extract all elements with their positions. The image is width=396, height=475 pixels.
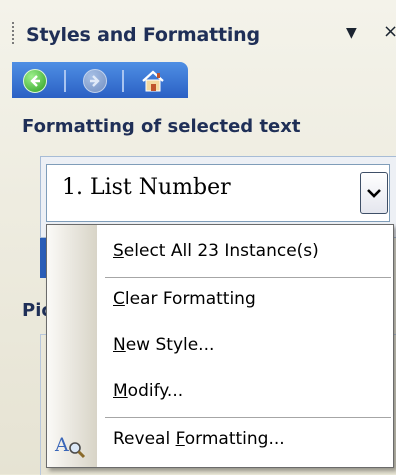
menu-item-reveal-formatting[interactable]: Reveal Formatting... bbox=[113, 429, 285, 449]
selected-style-value: 1. List Number bbox=[62, 175, 231, 200]
toolbar-separator bbox=[64, 70, 66, 92]
navigation-toolbar bbox=[12, 62, 188, 98]
chevron-down-icon bbox=[367, 189, 381, 198]
forward-arrow-icon bbox=[83, 69, 107, 93]
svg-text:A: A bbox=[54, 434, 69, 456]
menu-item-new-style[interactable]: New Style... bbox=[113, 335, 214, 355]
home-icon bbox=[142, 70, 164, 92]
home-button[interactable] bbox=[140, 68, 166, 94]
pane-title-bar: Styles and Formatting ▼ × bbox=[0, 0, 396, 58]
pick-formatting-label: Pick formatting to apply bbox=[22, 300, 48, 321]
pane-title: Styles and Formatting bbox=[26, 24, 260, 46]
menu-item-modify[interactable]: Modify... bbox=[113, 381, 183, 401]
dropdown-arrow-icon[interactable]: ▼ bbox=[346, 25, 357, 41]
close-icon[interactable]: × bbox=[383, 21, 396, 42]
styles-and-formatting-pane: Styles and Formatting ▼ × Formatting of … bbox=[0, 0, 396, 475]
style-context-menu: Select All 23 Instance(s) Clear Formatti… bbox=[46, 224, 394, 468]
menu-item-clear-formatting[interactable]: Clear Formatting bbox=[113, 289, 256, 309]
forward-button[interactable] bbox=[82, 68, 108, 94]
section-heading-formatting: Formatting of selected text bbox=[22, 116, 301, 137]
drag-grip-icon[interactable] bbox=[12, 22, 14, 44]
menu-item-select-all-instances[interactable]: Select All 23 Instance(s) bbox=[113, 241, 319, 261]
toolbar-separator bbox=[122, 70, 124, 92]
reveal-formatting-icon: A bbox=[54, 434, 86, 459]
back-arrow-icon bbox=[23, 69, 47, 93]
back-button[interactable] bbox=[22, 68, 48, 94]
menu-separator bbox=[105, 277, 391, 278]
menu-separator bbox=[105, 417, 391, 418]
style-dropdown-button[interactable] bbox=[360, 172, 388, 214]
